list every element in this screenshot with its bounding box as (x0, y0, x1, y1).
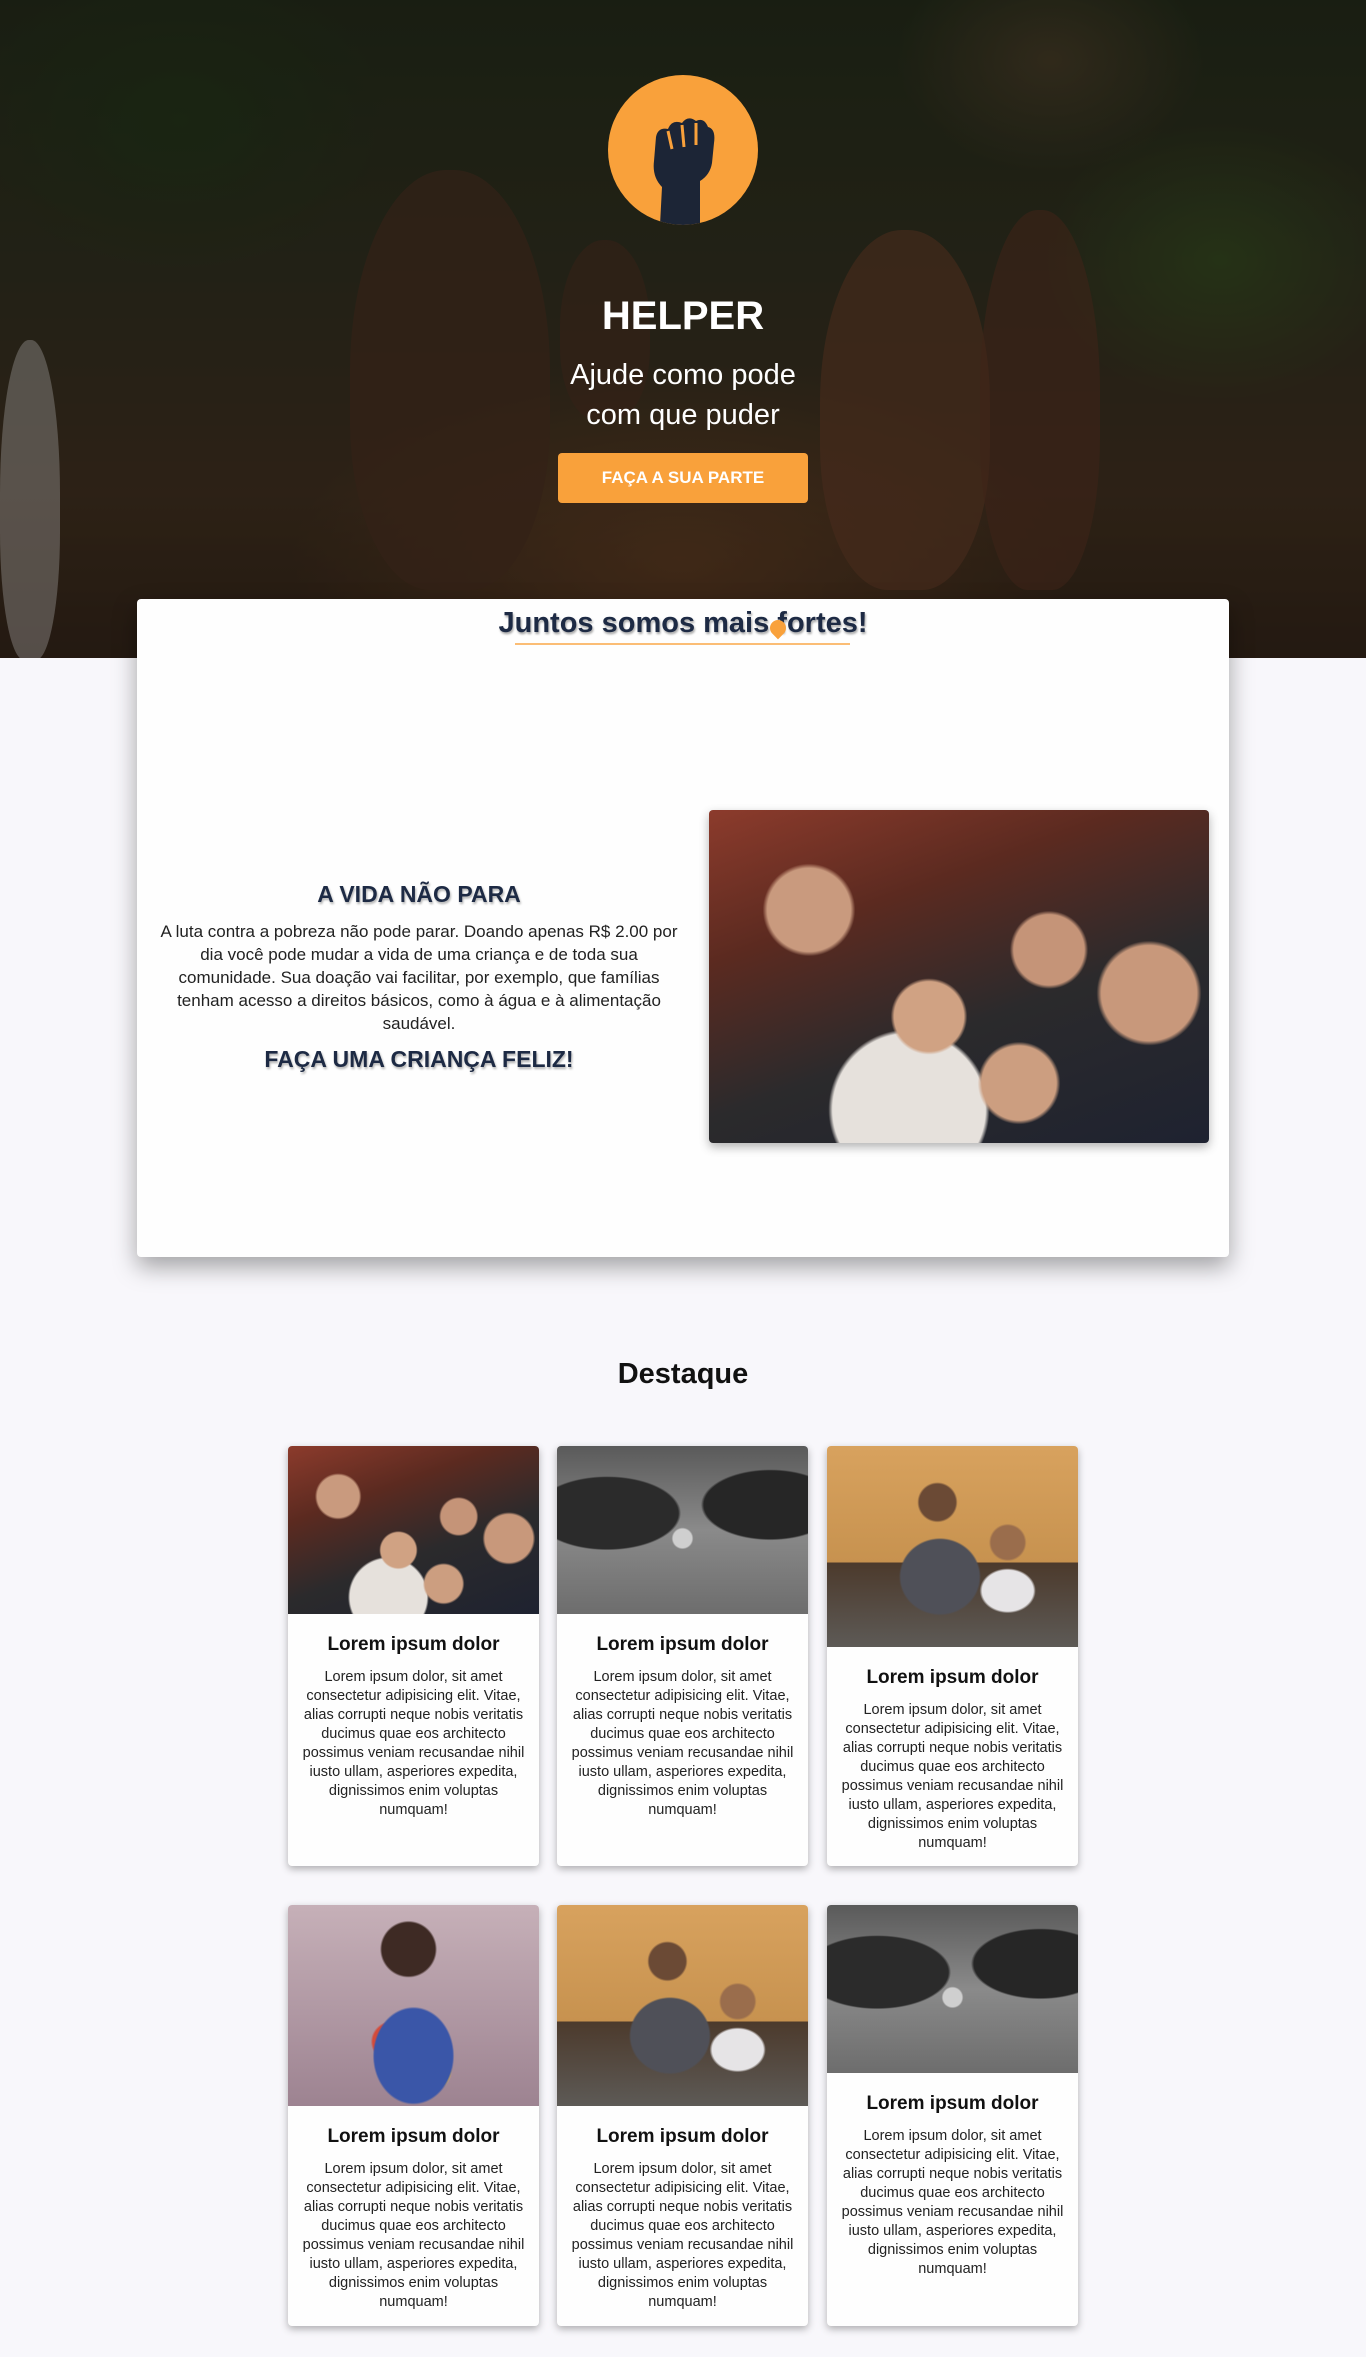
life-cta-heading: FAÇA UMA CRIANÇA FELIZ! (264, 1046, 574, 1072)
title-underline (515, 643, 850, 645)
card-photo (288, 1446, 539, 1614)
raised-fist-icon (608, 75, 758, 225)
featured-title: Destaque (617, 1358, 749, 1390)
together-title: Juntos somos mais fortes! (498, 607, 868, 639)
card-text: Lorem ipsum dolor, sit amet consectetur … (302, 1669, 525, 1818)
life-text: A luta contra a pobreza não pode parar. … (160, 922, 678, 1033)
card-photo (557, 1446, 808, 1614)
featured-card[interactable]: Lorem ipsum dolor Lorem ipsum dolor, sit… (557, 1905, 808, 2326)
featured-card[interactable]: Lorem ipsum dolor Lorem ipsum dolor, sit… (827, 1446, 1078, 1866)
tagline-line-1: Ajude como pode (570, 359, 796, 391)
card-text: Lorem ipsum dolor, sit amet consectetur … (571, 2161, 794, 2310)
card-title: Lorem ipsum dolor (327, 1634, 500, 1655)
card-title: Lorem ipsum dolor (596, 2126, 769, 2147)
card-text: Lorem ipsum dolor, sit amet consectetur … (571, 1669, 794, 1818)
hero-section: HELPER Ajude como pode com que puder FAÇ… (0, 0, 1366, 658)
card-title: Lorem ipsum dolor (866, 2093, 1039, 2114)
card-title: Lorem ipsum dolor (327, 2126, 500, 2147)
featured-card[interactable]: Lorem ipsum dolor Lorem ipsum dolor, sit… (288, 1446, 539, 1866)
life-title: A VIDA NÃO PARA (317, 881, 521, 907)
card-photo (557, 1905, 808, 2106)
hero-tagline: Ajude como pode com que puder (0, 355, 1366, 435)
card-photo (827, 1905, 1078, 2073)
card-text: Lorem ipsum dolor, sit amet consectetur … (302, 2161, 525, 2310)
raised-fist-icon-svg (653, 118, 715, 225)
children-photo (709, 810, 1209, 1143)
mission-card: Juntos somos mais fortes! A VIDA NÃO PAR… (137, 599, 1229, 1257)
brand-title: HELPER (601, 294, 765, 338)
card-title: Lorem ipsum dolor (596, 1634, 769, 1655)
featured-card[interactable]: Lorem ipsum dolor Lorem ipsum dolor, sit… (557, 1446, 808, 1866)
card-photo (288, 1905, 539, 2106)
card-title: Lorem ipsum dolor (866, 1667, 1039, 1688)
do-your-part-button[interactable]: FAÇA A SUA PARTE (558, 453, 808, 503)
card-photo (827, 1446, 1078, 1647)
card-text: Lorem ipsum dolor, sit amet consectetur … (841, 2128, 1064, 2277)
featured-card[interactable]: Lorem ipsum dolor Lorem ipsum dolor, sit… (288, 1905, 539, 2326)
card-text: Lorem ipsum dolor, sit amet consectetur … (841, 1702, 1064, 1851)
featured-card[interactable]: Lorem ipsum dolor Lorem ipsum dolor, sit… (827, 1905, 1078, 2326)
tagline-line-2: com que puder (586, 399, 780, 431)
